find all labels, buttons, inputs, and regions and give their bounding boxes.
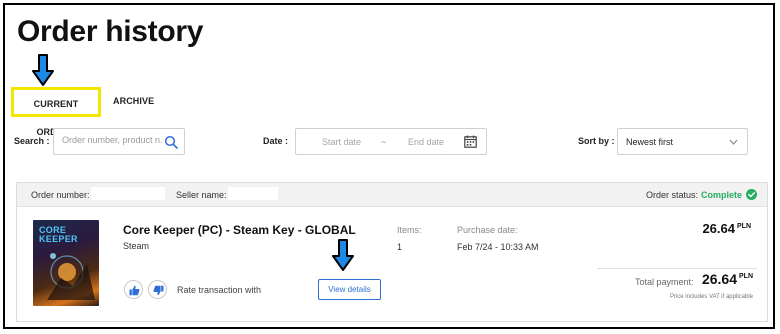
- filter-bar: Search : Date : Start date ~ End date: [5, 128, 773, 156]
- purchase-date-label: Purchase date:: [457, 225, 518, 235]
- search-label: Search :: [14, 136, 50, 146]
- page-title: Order history: [17, 15, 204, 48]
- vat-note: Price includes VAT if applicable: [669, 294, 753, 300]
- order-number-label: Order number:: [31, 190, 90, 200]
- arrow-down-icon: [32, 54, 54, 86]
- purchase-date-value: Feb 7/24 - 10:33 AM: [457, 242, 539, 252]
- rate-transaction-text: Rate transaction with: [177, 285, 262, 295]
- thumbs-up-icon: [129, 285, 140, 296]
- date-label: Date :: [263, 136, 289, 146]
- item-price: 26.64 PLN: [702, 221, 751, 236]
- thumbs-down-button[interactable]: [148, 280, 167, 299]
- order-card: Order number: Seller name: Order status:…: [16, 182, 768, 322]
- search-icon[interactable]: [164, 135, 178, 149]
- check-circle-icon: [746, 189, 757, 200]
- total-payment-label: Total payment:: [635, 277, 694, 287]
- thumbs-down-icon: [153, 285, 164, 296]
- tab-current-orders[interactable]: CURRENT ORDERS: [11, 87, 101, 137]
- sort-label: Sort by :: [578, 136, 615, 146]
- price-divider: [597, 268, 757, 269]
- end-date-input[interactable]: End date: [408, 137, 444, 147]
- sort-value: Newest first: [626, 137, 674, 147]
- order-status-label: Order status:: [646, 190, 699, 200]
- product-platform: Steam: [123, 241, 150, 251]
- date-separator: ~: [381, 137, 387, 147]
- items-label: Items:: [397, 225, 422, 235]
- items-value: 1: [397, 242, 403, 252]
- search-field[interactable]: [53, 128, 185, 155]
- tab-archive[interactable]: ARCHIVE: [113, 87, 154, 117]
- order-card-header: Order number: Seller name: Order status:…: [17, 183, 767, 207]
- product-cover-image[interactable]: CORE KEEPER: [33, 220, 99, 306]
- sort-select[interactable]: Newest first: [617, 128, 748, 155]
- seller-name-value: [228, 187, 278, 200]
- product-title[interactable]: Core Keeper (PC) - Steam Key - GLOBAL: [123, 223, 356, 237]
- view-details-button[interactable]: View details: [318, 279, 381, 300]
- order-status-value: Complete: [701, 190, 743, 200]
- seller-name-label: Seller name:: [176, 190, 227, 200]
- search-input[interactable]: [62, 135, 162, 145]
- calendar-icon[interactable]: [464, 135, 477, 148]
- date-range-field[interactable]: Start date ~ End date: [295, 128, 487, 155]
- start-date-input[interactable]: Start date: [322, 137, 361, 147]
- chevron-down-icon: [729, 139, 738, 145]
- thumbs-up-button[interactable]: [124, 280, 143, 299]
- total-payment-value: 26.64 PLN: [701, 271, 753, 287]
- order-number-value: [91, 187, 165, 200]
- cover-logo: CORE KEEPER: [39, 225, 78, 244]
- window-frame: Order history CURRENT ORDERS ARCHIVE Sea…: [3, 3, 775, 329]
- arrow-down-icon: [332, 239, 354, 271]
